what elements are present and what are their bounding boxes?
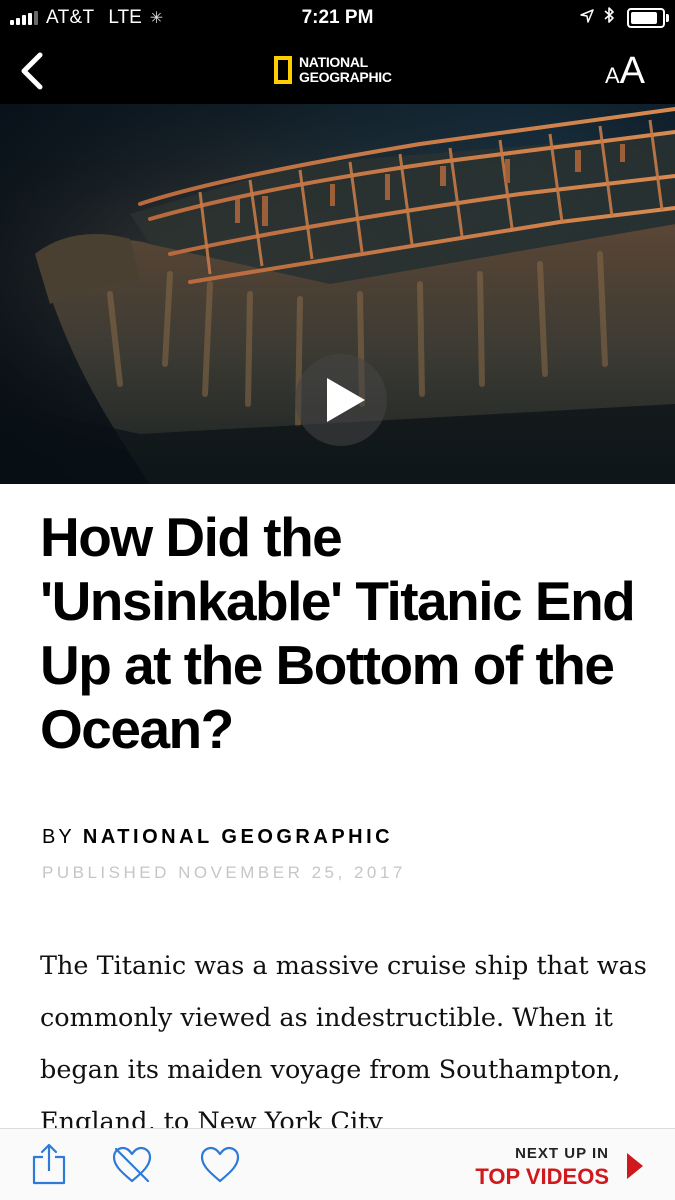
dislike-heart-icon[interactable] (110, 1143, 154, 1192)
text-size-large-label: A (619, 50, 645, 92)
status-time: 7:21 PM (301, 7, 374, 28)
article-screen: AT&T LTE ✳ 7:21 PM NATIONAL GEOGRAPHIC A… (0, 0, 675, 1200)
byline: BY NATIONAL GEOGRAPHIC (42, 826, 393, 849)
video-player[interactable] (0, 104, 675, 484)
nav-bar: NATIONAL GEOGRAPHIC AA (0, 38, 675, 104)
like-heart-icon[interactable] (198, 1143, 242, 1192)
back-chevron-icon[interactable] (14, 48, 54, 94)
text-size-small-label: A (604, 63, 620, 88)
logo-line-2: GEOGRAPHIC (299, 69, 392, 85)
national-geographic-logo: NATIONAL GEOGRAPHIC (274, 52, 392, 88)
location-arrow-icon (580, 8, 594, 27)
bluetooth-icon (604, 6, 615, 29)
next-arrow-icon[interactable] (625, 1151, 645, 1186)
status-bar: AT&T LTE ✳ 7:21 PM (0, 0, 675, 38)
logo-line-1: NATIONAL (299, 54, 368, 70)
bottom-toolbar: NEXT UP IN TOP VIDEOS (0, 1128, 675, 1200)
yellow-border-icon (274, 56, 292, 84)
next-up-destination: TOP VIDEOS (475, 1164, 609, 1189)
battery-icon (627, 7, 669, 28)
article-body: The Titanic was a massive cruise ship th… (40, 951, 647, 1137)
text-size-button[interactable]: AA (605, 50, 645, 93)
published-date: PUBLISHED NOVEMBER 25, 2017 (42, 863, 406, 882)
byline-prefix: BY (42, 826, 75, 848)
status-right (580, 6, 669, 29)
logo-text: NATIONAL GEOGRAPHIC (299, 55, 392, 85)
author-name: NATIONAL GEOGRAPHIC (82, 826, 394, 848)
play-button[interactable] (295, 354, 387, 446)
share-icon[interactable] (30, 1141, 68, 1192)
play-icon (327, 378, 365, 422)
next-up-label: NEXT UP IN (515, 1145, 609, 1162)
article-headline: How Did the 'Unsinkable' Titanic End Up … (40, 506, 636, 760)
next-up-button[interactable]: NEXT UP IN TOP VIDEOS (475, 1145, 609, 1190)
